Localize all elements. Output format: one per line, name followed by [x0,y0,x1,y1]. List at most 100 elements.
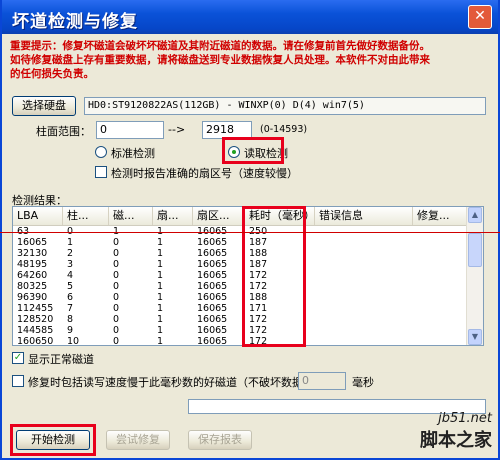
scroll-down-icon[interactable]: ▼ [468,329,482,345]
time-column-highlight [242,206,306,347]
table-cell: 16065 [197,303,228,314]
range-hint: (0-14593) [260,124,308,135]
column-header[interactable]: 磁... [109,207,153,225]
standard-mode-label: 标准检测 [111,147,155,160]
select-disk-button[interactable]: 选择硬盘 [12,96,76,116]
warning-text: 重要提示：修复坏磁道会破坏坏磁道及其附近磁道的数据。请在修复前首先做好数据备份。… [10,39,490,81]
table-cell: 1 [157,237,164,248]
column-header[interactable]: 扇区... [193,207,245,225]
standard-mode-radio[interactable] [95,146,107,158]
close-button[interactable]: ✕ [468,5,492,29]
table-row[interactable]: 96390 6 0 1 16065 188 [13,292,469,303]
table-cell: 16065 [197,259,228,270]
show-normal-checkbox[interactable]: ✓ [12,352,24,364]
table-cell: 16065 [197,336,228,346]
table-row[interactable]: 160650 10 0 1 16065 172 [13,336,469,346]
title-bar[interactable]: 坏道检测与修复 ✕ [2,0,498,34]
table-cell: 0 [113,281,120,292]
table-cell: 32130 [17,248,48,259]
scroll-thumb[interactable] [468,233,482,267]
table-row[interactable]: 16065 1 0 1 16065 187 [13,237,469,248]
table-cell: 5 [67,281,74,292]
watermark-site: 脚本之家 [420,430,492,451]
start-button-highlight [10,424,96,456]
range-arrow: --> [168,123,186,136]
table-row[interactable]: 128520 8 0 1 16065 172 [13,314,469,325]
watermark: jb51.net 脚本之家 [420,411,492,452]
table-cell: 0 [113,314,120,325]
column-header[interactable]: 错误信息 [315,207,413,225]
table-cell: 64260 [17,270,48,281]
table-cell: 1 [157,336,164,346]
table-cell: 144585 [17,325,54,336]
slow-threshold-unit: 毫秒 [352,376,374,389]
read-mode-highlight [222,137,284,164]
range-label: 柱面范围： [36,125,91,138]
table-cell: 0 [113,259,120,270]
table-cell: 1 [67,237,74,248]
table-row[interactable]: 48195 3 0 1 16065 187 [13,259,469,270]
table-cell: 9 [67,325,74,336]
table-cell: 16065 [17,237,48,248]
warning-line-3: 的任何损失负责。 [10,68,94,80]
column-header[interactable]: 扇... [153,207,193,225]
table-cell: 2 [67,248,74,259]
table-cell: 16065 [197,314,228,325]
warning-line-2: 如待修复磁盘上存有重要数据，请将磁盘送到专业数据恢复人员处理。本软件不对由此带来 [10,54,430,66]
table-cell: 0 [113,303,120,314]
table-cell: 96390 [17,292,48,303]
table-cell: 16065 [197,270,228,281]
table-cell: 0 [113,270,120,281]
red-annotation-line [0,232,500,233]
vertical-scrollbar[interactable]: ▲ ▼ [466,207,483,345]
table-cell: 1 [157,314,164,325]
table-row[interactable]: 80325 5 0 1 16065 172 [13,281,469,292]
table-cell: 0 [113,237,120,248]
show-normal-label: 显示正常磁道 [28,353,94,366]
table-cell: 1 [157,303,164,314]
results-header: LBA 柱... 磁... 扇... 扇区... 耗时（毫秒） 错误信息 修复... [13,207,469,226]
report-sector-label: 检测时报告准确的扇区号（速度较慢） [111,167,298,180]
repair-slow-label: 修复时包括读写速度慢于此毫秒数的好磁道（不破坏数据）： [28,376,320,389]
table-cell: 1 [157,259,164,270]
report-sector-checkbox[interactable] [95,166,107,178]
table-cell: 16065 [197,292,228,303]
table-cell: 10 [67,336,80,346]
table-cell: 112455 [17,303,54,314]
table-cell: 8 [67,314,74,325]
table-cell: 7 [67,303,74,314]
table-cell: 80325 [17,281,48,292]
repair-slow-checkbox[interactable] [12,375,24,387]
scroll-up-icon[interactable]: ▲ [468,207,482,223]
table-cell: 0 [113,248,120,259]
table-cell: 4 [67,270,74,281]
range-from-input[interactable]: 0 [96,121,164,139]
table-row[interactable]: 32130 2 0 1 16065 188 [13,248,469,259]
warning-line-1: 重要提示：修复坏磁道会破坏坏磁道及其附近磁道的数据。请在修复前首先做好数据备份。 [10,40,430,52]
table-cell: 128520 [17,314,54,325]
table-row[interactable]: 112455 7 0 1 16065 171 [13,303,469,314]
table-row[interactable]: 144585 9 0 1 16065 172 [13,325,469,336]
table-cell: 48195 [17,259,48,270]
table-cell: 1 [157,248,164,259]
table-cell: 1 [157,325,164,336]
table-cell: 1 [157,292,164,303]
column-header[interactable]: 修复... [413,207,469,225]
slow-threshold-input[interactable]: 0 [298,372,346,390]
table-cell: 16065 [197,237,228,248]
column-header[interactable]: 柱... [63,207,109,225]
table-cell: 16065 [197,325,228,336]
table-cell: 0 [113,325,120,336]
try-repair-button[interactable]: 尝试修复 [106,430,170,450]
save-report-button[interactable]: 保存报表 [188,430,252,450]
disk-repair-window: 坏道检测与修复 ✕ 重要提示：修复坏磁道会破坏坏磁道及其附近磁道的数据。请在修复… [0,0,500,460]
table-cell: 0 [113,292,120,303]
table-cell: 1 [157,270,164,281]
table-cell: 0 [113,336,120,346]
table-cell: 3 [67,259,74,270]
column-header[interactable]: LBA [13,207,63,225]
table-cell: 1 [157,281,164,292]
table-row[interactable]: 64260 4 0 1 16065 172 [13,270,469,281]
table-cell: 16065 [197,248,228,259]
window-title: 坏道检测与修复 [12,12,138,32]
